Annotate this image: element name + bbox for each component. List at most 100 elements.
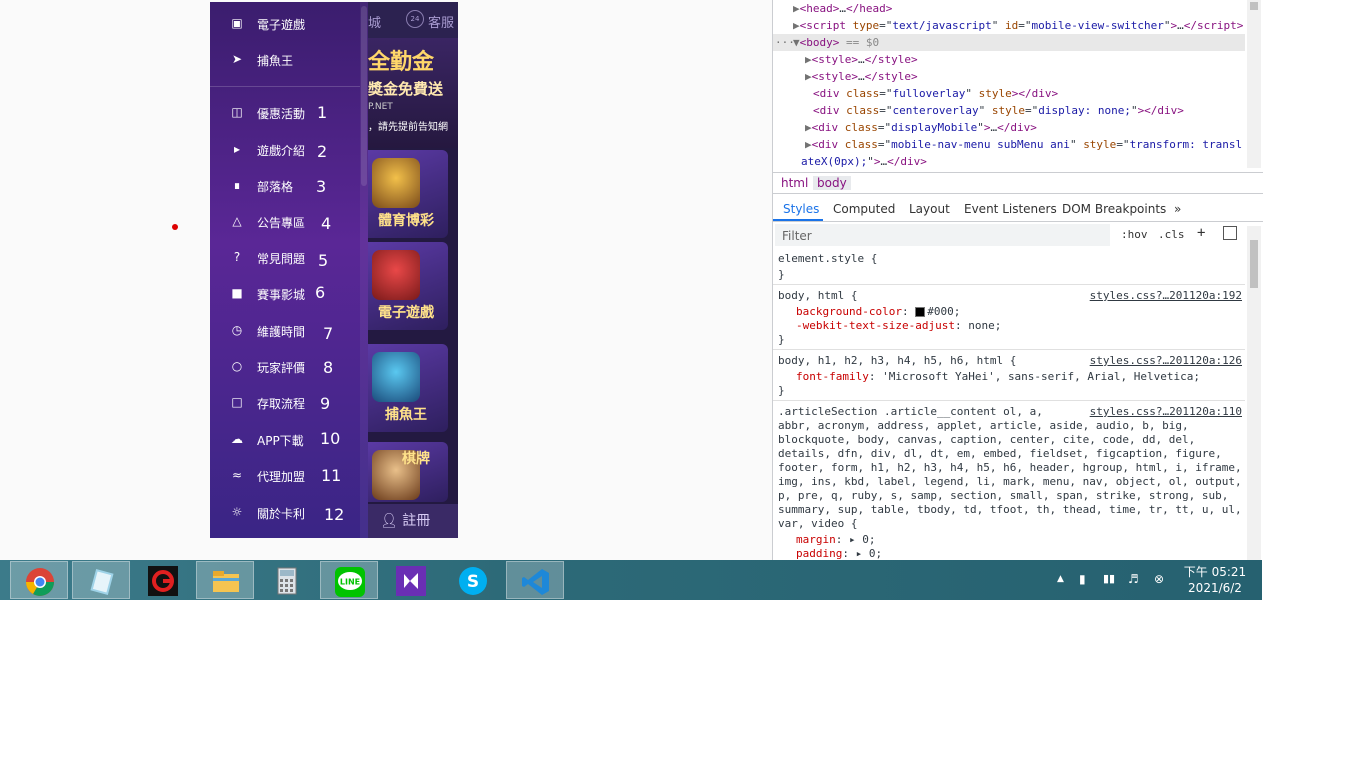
taskbar-skype[interactable]: S bbox=[444, 561, 502, 599]
menu-item-reviews[interactable]: ○ 玩家評價 bbox=[210, 353, 360, 381]
notification-off-icon[interactable]: ⊗ bbox=[1154, 572, 1164, 586]
game-card-chess[interactable]: 棋牌 bbox=[368, 442, 448, 502]
network-signal-icon[interactable]: ▮▮ bbox=[1103, 572, 1115, 585]
menu-item-label: 代理加盟 bbox=[257, 470, 306, 484]
volume-icon[interactable]: ♬ bbox=[1128, 572, 1139, 586]
mobile-viewport: 城 24 客服 全勤金 獎金免費送 P.NET ，請先提前告知網 體育博彩 電子… bbox=[210, 2, 458, 538]
taskbar-notepad[interactable] bbox=[72, 561, 130, 599]
css-property: padding bbox=[796, 547, 843, 560]
handshake-icon: ≈ bbox=[231, 468, 243, 482]
banner-subtitle: 獎金免費送 bbox=[368, 80, 444, 98]
rule2-source-link[interactable]: styles.css?…201120a:126 bbox=[1090, 354, 1242, 367]
game-card-fishing[interactable]: 捕魚王 bbox=[368, 344, 448, 432]
menu-scrollbar[interactable] bbox=[360, 2, 368, 538]
dom-node[interactable]: ▶<head>…</head> bbox=[793, 0, 892, 17]
expand-toggle-icon: ▶ bbox=[805, 70, 812, 83]
rule1-source-link[interactable]: styles.css?…201120a:192 bbox=[1090, 289, 1242, 302]
promo-banner[interactable]: 全勤金 獎金免費送 P.NET ，請先提前告知網 bbox=[368, 38, 458, 148]
game-card-sports[interactable]: 體育博彩 bbox=[368, 150, 448, 238]
cls-toggle[interactable]: .cls bbox=[1158, 228, 1185, 241]
dom-node[interactable]: ▶<div class="mobile-nav-menu subMenu ani… bbox=[805, 136, 1242, 153]
wallet-icon: □ bbox=[231, 395, 243, 409]
menu-item-event-cinema[interactable]: ■ 賽事影城 bbox=[210, 280, 360, 308]
vscode-icon bbox=[522, 569, 549, 595]
game-card-slots[interactable]: 電子遊戲 bbox=[368, 242, 448, 330]
rule1-decl-1[interactable]: background-color: #000; bbox=[796, 305, 960, 319]
rule1-selector[interactable]: body, html { bbox=[778, 289, 857, 303]
dom-node[interactable]: ▶<div class="displayMobile">…</div> bbox=[805, 119, 1037, 136]
rule-close: } bbox=[778, 333, 785, 346]
element-style-selector[interactable]: element.style { bbox=[778, 252, 877, 266]
menu-item-blog[interactable]: ∎ 部落格 bbox=[210, 172, 360, 200]
rule3-decl-2[interactable]: padding: ▸ 0; bbox=[796, 547, 882, 561]
banner-url: P.NET bbox=[368, 102, 393, 112]
menu-scrollbar-thumb[interactable] bbox=[361, 6, 367, 186]
menu-item-announcements[interactable]: △ 公告專區 bbox=[210, 208, 360, 236]
dom-node[interactable]: ▶<style>…</style> bbox=[805, 68, 918, 85]
dom-node-selected[interactable]: ··· ▼<body> == $0 bbox=[773, 34, 1245, 51]
css-value: 'Microsoft YaHei', sans-serif, Arial, He… bbox=[882, 370, 1200, 383]
tab-dom-breakpoints[interactable]: DOM Breakpoints bbox=[1062, 202, 1166, 216]
tab-event-listeners[interactable]: Event Listeners bbox=[964, 202, 1057, 216]
menu-item-deposit-flow[interactable]: □ 存取流程 bbox=[210, 389, 360, 417]
basketball-player-icon bbox=[372, 158, 420, 208]
elements-scrollbar[interactable] bbox=[1247, 0, 1261, 168]
styles-filter-input[interactable]: Filter bbox=[775, 224, 1110, 246]
banner-note: ，請先提前告知網 bbox=[368, 122, 448, 133]
gift-icon: ◫ bbox=[231, 105, 243, 119]
register-button[interactable]: 👤︎ 註冊 bbox=[368, 504, 458, 538]
system-clock[interactable]: 下午 05:21 2021/6/2 bbox=[1180, 564, 1250, 596]
hov-toggle[interactable]: :hov bbox=[1121, 228, 1148, 241]
breadcrumb-html[interactable]: html bbox=[777, 176, 812, 190]
breadcrumb-body[interactable]: body bbox=[813, 176, 851, 190]
rule2-decl-1[interactable]: font-family: 'Microsoft YaHei', sans-ser… bbox=[796, 370, 1200, 384]
menu-item-game-intro[interactable]: ▸ 遊戲介紹 bbox=[210, 136, 360, 164]
medal-icon: ○ bbox=[231, 359, 243, 373]
rule3-selector-line: details, dfn, div, dl, dt, em, embed, fi… bbox=[778, 447, 1222, 460]
notepad-icon bbox=[90, 569, 114, 595]
color-swatch[interactable] bbox=[915, 307, 926, 317]
menu-item-label: 賽事影城 bbox=[257, 288, 306, 302]
new-style-rule-button[interactable]: + bbox=[1197, 225, 1205, 241]
css-value: #000; bbox=[927, 305, 961, 318]
menu-item-faq[interactable]: ? 常見問題 bbox=[210, 244, 360, 272]
toggle-sidebar-icon[interactable] bbox=[1223, 226, 1237, 240]
expand-toggle-icon: ▶ bbox=[793, 2, 800, 15]
menu-item-fishing[interactable]: ➤ 捕魚王 bbox=[210, 46, 360, 74]
tab-layout[interactable]: Layout bbox=[909, 202, 950, 216]
dom-node[interactable]: ateX(0px);">…</div> bbox=[801, 153, 927, 170]
tab-styles[interactable]: Styles bbox=[783, 202, 819, 216]
taskbar-file-explorer[interactable] bbox=[196, 561, 254, 599]
user-plus-icon: 👤︎ bbox=[380, 513, 398, 529]
power-icon[interactable]: ▮ bbox=[1079, 572, 1086, 586]
styles-scrollbar[interactable] bbox=[1247, 226, 1261, 560]
taskbar-chrome[interactable] bbox=[10, 561, 68, 599]
rule3-source-link[interactable]: styles.css?…201120a:110 bbox=[1090, 405, 1242, 418]
dom-node[interactable]: ▶<script type="text/javascript" id="mobi… bbox=[793, 17, 1243, 34]
skype-icon: S bbox=[459, 567, 487, 595]
menu-item-promotions[interactable]: ◫ 優惠活動 bbox=[210, 99, 360, 127]
dom-node[interactable]: <div class="centeroverlay" style="displa… bbox=[813, 102, 1184, 119]
tab-computed[interactable]: Computed bbox=[833, 202, 895, 216]
customer-service-link[interactable]: 客服 bbox=[428, 12, 454, 31]
dom-node[interactable]: <div class="fulloverlay" style></div> bbox=[813, 85, 1058, 102]
annotation-number: 12 bbox=[324, 505, 345, 524]
taskbar-calculator[interactable] bbox=[258, 561, 316, 599]
tabs-overflow-button[interactable]: » bbox=[1174, 202, 1181, 216]
styles-scrollbar-thumb[interactable] bbox=[1250, 240, 1258, 288]
rule3-decl-1[interactable]: margin: ▸ 0; bbox=[796, 533, 876, 547]
menu-item-slots[interactable]: ▣ 電子遊戲 bbox=[210, 10, 360, 38]
taskbar-visual-studio[interactable] bbox=[382, 561, 440, 599]
rule2-selector[interactable]: body, h1, h2, h3, h4, h5, h6, html { bbox=[778, 354, 1016, 368]
taskbar-line[interactable]: LINE bbox=[320, 561, 378, 599]
elements-scrollbar-thumb[interactable] bbox=[1250, 2, 1258, 10]
taskbar-garena[interactable] bbox=[134, 561, 192, 599]
menu-item-maintenance[interactable]: ◷ 維護時間 bbox=[210, 317, 360, 345]
annotation-number: 10 bbox=[320, 429, 341, 448]
rule1-decl-2[interactable]: -webkit-text-size-adjust: none; bbox=[796, 319, 1001, 333]
annotation-number: 6 bbox=[315, 283, 326, 302]
support-24h-icon[interactable]: 24 bbox=[406, 10, 424, 28]
taskbar-vscode[interactable] bbox=[506, 561, 564, 599]
dom-node[interactable]: ▶<style>…</style> bbox=[805, 51, 918, 68]
tray-expand-icon[interactable]: ▲ bbox=[1057, 574, 1064, 584]
